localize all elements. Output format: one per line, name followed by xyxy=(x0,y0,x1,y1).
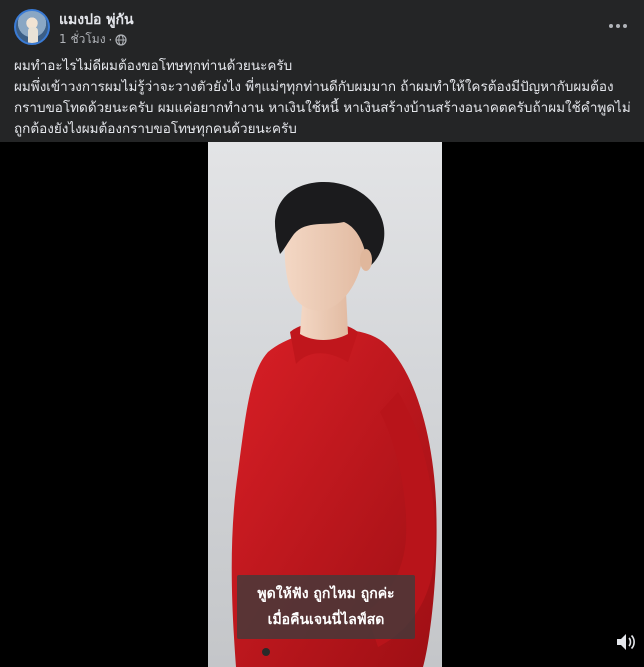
post-text-line: ผมพึ่งเข้าวงการผมไม่รู้ว่าจะวางตัวยังไง … xyxy=(14,79,614,95)
avatar[interactable] xyxy=(14,9,50,45)
post-text-line: ถูกต้องยังไงผมต้องกราบขอโทษทุกคนด้วยนะคร… xyxy=(14,121,297,137)
caption-line-1: พูดให้ฟัง ถูกไหม ถูกค่ะ xyxy=(257,586,395,602)
post-time[interactable]: 1 ชั่วโมง xyxy=(59,30,106,49)
post-header: แมงปอ พู่กัน 1 ชั่วโมง · xyxy=(0,0,644,52)
post-meta: 1 ชั่วโมง · xyxy=(59,30,127,49)
more-options-button[interactable] xyxy=(604,12,632,40)
more-icon xyxy=(609,24,627,28)
caption-line-2: เมื่อคืนเจนนี่ไลฟ์สด xyxy=(267,612,385,628)
meta-separator: · xyxy=(108,32,113,47)
video-caption: พูดให้ฟัง ถูกไหม ถูกค่ะ เมื่อคืนเจนนี่ไล… xyxy=(237,575,415,639)
volume-icon[interactable] xyxy=(614,631,636,653)
post-text-line: ผมทำอะไรไม่ดีผมต้องขอโทษทุกท่านด้วยนะครั… xyxy=(14,58,293,74)
author-name[interactable]: แมงปอ พู่กัน xyxy=(59,9,134,31)
post-text-line: กราบขอโทดด้วยนะครับ ผมแค่อยากทำงาน หาเงิ… xyxy=(14,100,631,116)
globe-icon[interactable] xyxy=(115,33,127,46)
post-text: ผมทำอะไรไม่ดีผมต้องขอโทษทุกท่านด้วยนะครั… xyxy=(14,56,634,140)
video-player[interactable]: พูดให้ฟัง ถูกไหม ถูกค่ะ เมื่อคืนเจนนี่ไล… xyxy=(0,142,644,667)
